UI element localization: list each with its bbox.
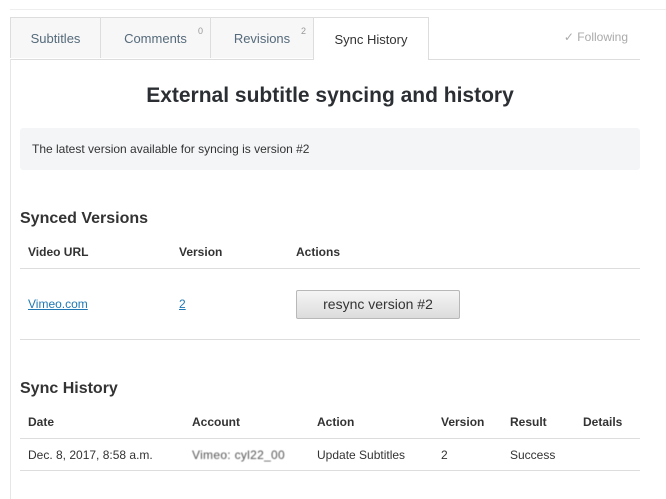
column-header: Version — [433, 405, 502, 439]
tab-sync-history[interactable]: Sync History — [313, 17, 429, 60]
page-title: External subtitle syncing and history — [146, 84, 514, 107]
info-text: The latest version available for syncing… — [32, 142, 310, 156]
top-divider — [10, 9, 666, 10]
following-toggle[interactable]: ✓ Following — [564, 30, 628, 44]
column-header: Actions — [288, 235, 640, 269]
info-message: The latest version available for syncing… — [20, 128, 640, 170]
details-cell — [575, 438, 640, 471]
sync-history-heading: Sync History — [20, 380, 118, 397]
version-cell: 2 — [171, 268, 288, 340]
actions-cell: resync version #2 — [288, 268, 640, 340]
action-cell: Update Subtitles — [309, 438, 433, 471]
result-cell: Success — [502, 438, 575, 471]
following-label: ✓ Following — [563, 30, 628, 44]
version-cell: 2 — [433, 438, 502, 471]
tab-label: Revisions — [233, 30, 291, 46]
sync-history-table: Date Account Action Version Result Detai… — [20, 405, 640, 471]
video-url-link[interactable]: Vimeo.com — [28, 297, 88, 311]
column-header: Account — [184, 405, 309, 439]
tab-label: Sync History — [334, 31, 408, 47]
tab-subtitles[interactable]: Subtitles — [10, 17, 101, 58]
comments-count-badge: 0 — [197, 26, 203, 36]
column-header: Date — [20, 405, 184, 439]
date-cell: Dec. 8, 2017, 8:58 a.m. — [20, 438, 184, 471]
table-row: Dec. 8, 2017, 8:58 a.m. Vimeo: cyl22_00 … — [20, 438, 640, 471]
table-header-row: Video URL Version Actions — [20, 235, 640, 269]
column-header: Details — [575, 405, 640, 439]
tab-label: Comments — [124, 30, 187, 46]
table-header-row: Date Account Action Version Result Detai… — [20, 405, 640, 439]
table-row: Vimeo.com 2 resync version #2 — [20, 268, 640, 340]
column-header: Result — [502, 405, 575, 439]
tab-label: Subtitles — [30, 30, 81, 46]
account-cell: Vimeo: cyl22_00 — [184, 438, 309, 471]
tab-bar: Subtitles Comments 0 Revisions 2 Sync Hi… — [10, 17, 640, 60]
column-header: Video URL — [20, 235, 171, 269]
version-link[interactable]: 2 — [179, 297, 186, 311]
column-header: Action — [309, 405, 433, 439]
synced-versions-table: Video URL Version Actions Vimeo.com 2 re… — [20, 235, 640, 340]
column-header: Version — [171, 235, 288, 269]
tab-revisions[interactable]: Revisions 2 — [210, 17, 314, 58]
resync-button[interactable]: resync version #2 — [296, 289, 460, 319]
synced-versions-heading: Synced Versions — [20, 210, 149, 227]
revisions-count-badge: 2 — [300, 26, 306, 36]
tab-comments[interactable]: Comments 0 — [100, 17, 211, 58]
video-url-cell: Vimeo.com — [20, 268, 171, 340]
